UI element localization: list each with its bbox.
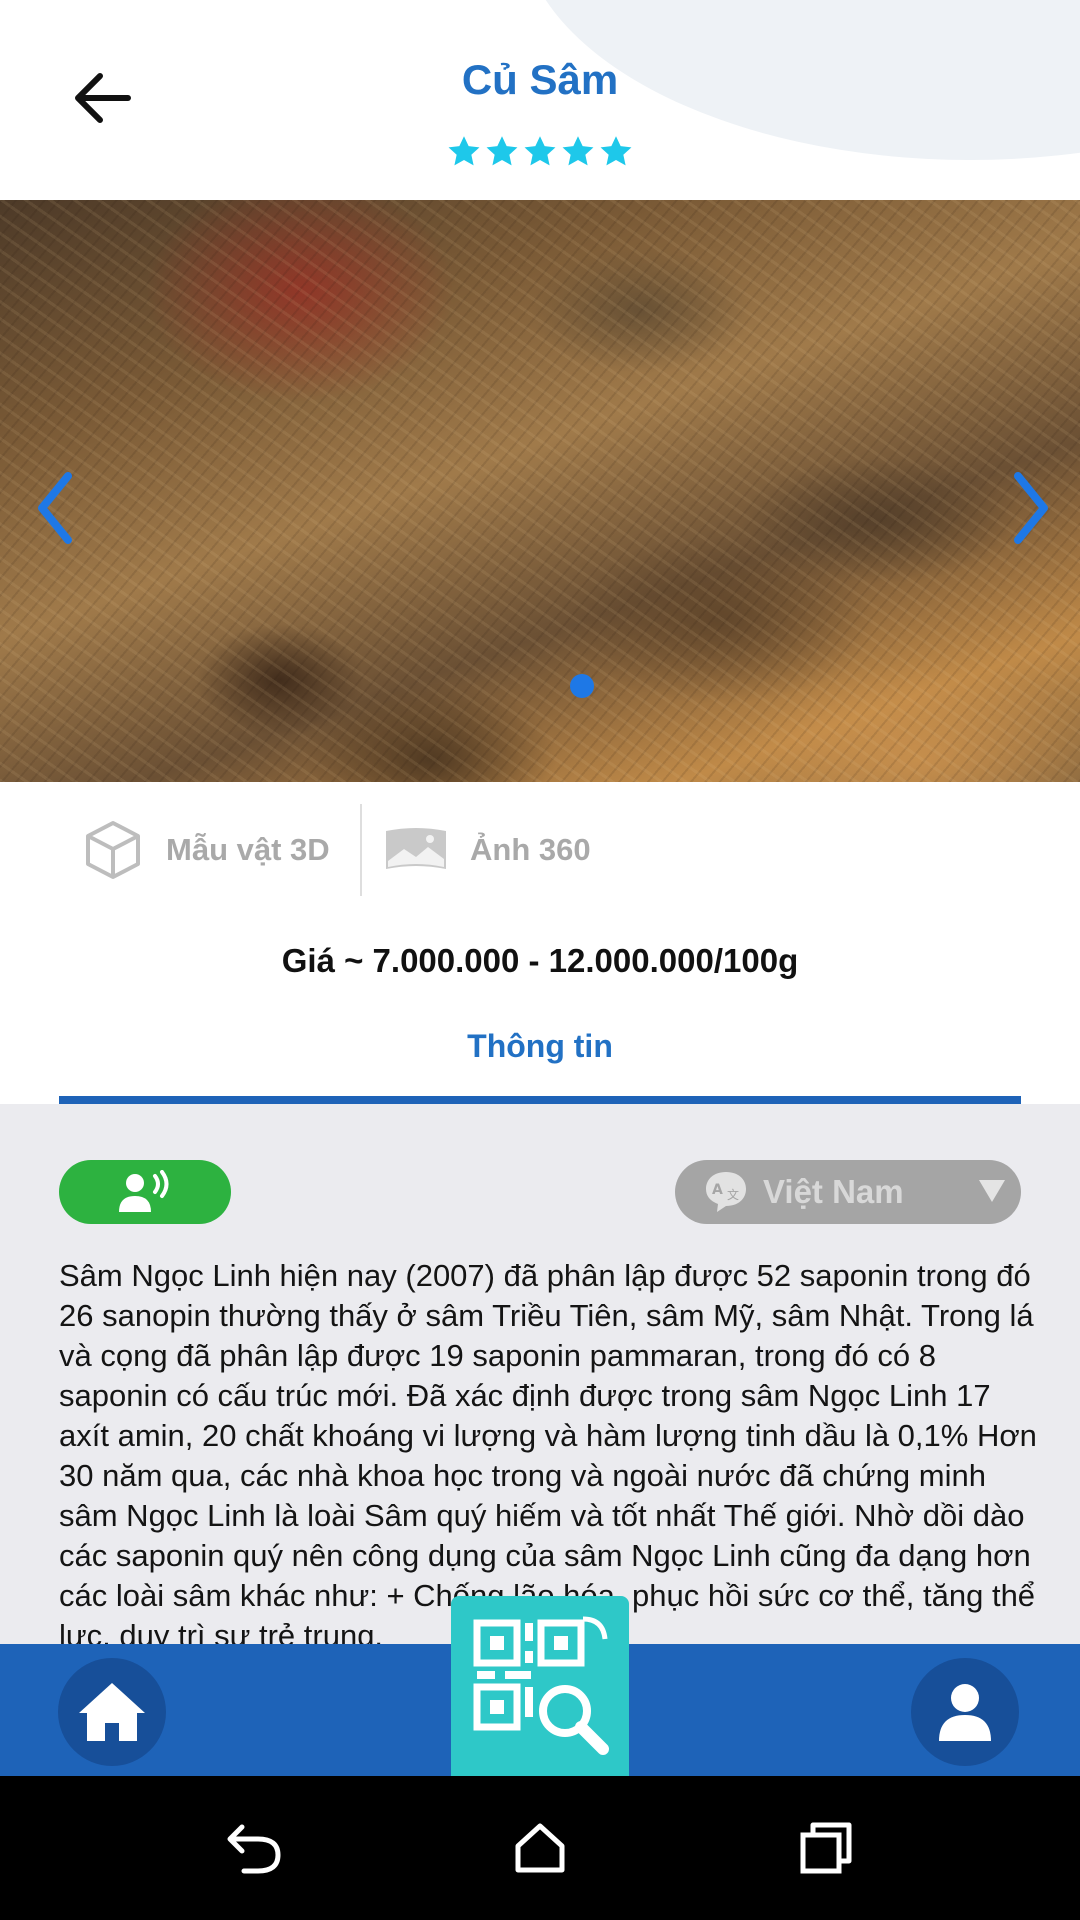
chevron-left-icon [38,472,72,544]
tab-info[interactable]: Thông tin [59,1028,1021,1104]
home-button[interactable] [58,1658,166,1766]
photo-360-button[interactable]: Ảnh 360 [384,820,591,880]
media-options: Mẫu vật 3D Ảnh 360 [0,790,1080,910]
language-value: Việt Nam [763,1173,904,1210]
panorama-icon [386,828,446,869]
star-icon [486,136,518,166]
chevron-down-icon [979,1180,1005,1202]
svg-text:A: A [712,1182,723,1198]
qr-scan-button[interactable] [451,1596,629,1776]
chevron-right-icon [1014,472,1048,544]
system-back-icon [227,1824,281,1874]
system-home-icon [515,1823,565,1873]
system-recents-icon [800,1822,852,1874]
carousel-prev-button[interactable] [32,468,76,548]
home-icon [79,1683,145,1741]
model-3d-button[interactable]: Mẫu vật 3D [82,820,330,880]
info-content[interactable]: A 文 Việt Nam Sâm Ngọc Linh hiện nay (200… [0,1104,1080,1644]
voice-read-button[interactable] [59,1160,231,1224]
user-icon [939,1684,991,1741]
qr-scan-icon [473,1616,609,1755]
language-select[interactable]: A 文 Việt Nam [675,1160,1021,1224]
media-divider [360,804,362,896]
carousel-next-button[interactable] [1010,468,1054,548]
description-text: Sâm Ngọc Linh hiện nay (2007) đã phân lậ… [59,1258,1037,1644]
model-3d-label: Mẫu vật 3D [166,832,330,867]
app-header: Củ Sâm [0,0,1080,200]
system-navigation-bar [0,1776,1080,1920]
cube-icon [86,821,140,879]
star-icon [524,136,556,166]
system-home-button[interactable] [504,1812,576,1884]
star-icon [600,136,632,166]
profile-button[interactable] [911,1658,1019,1766]
system-recents-button[interactable] [790,1812,862,1884]
carousel-page-indicator[interactable] [570,674,594,698]
tab-indicator [59,1096,1021,1104]
svg-text:文: 文 [727,1187,739,1202]
star-icon [448,136,480,166]
translate-icon: A 文 [706,1172,746,1212]
rating-stars [0,134,1080,170]
photo-360-label: Ảnh 360 [470,832,591,867]
price-text: Giá ~ 7.000.000 - 12.000.000/100g [281,942,799,979]
star-icon [562,136,594,166]
voice-speak-icon [119,1170,169,1212]
page-title: Củ Sâm [461,56,619,103]
system-back-button[interactable] [218,1812,290,1884]
image-carousel[interactable] [0,200,1080,782]
